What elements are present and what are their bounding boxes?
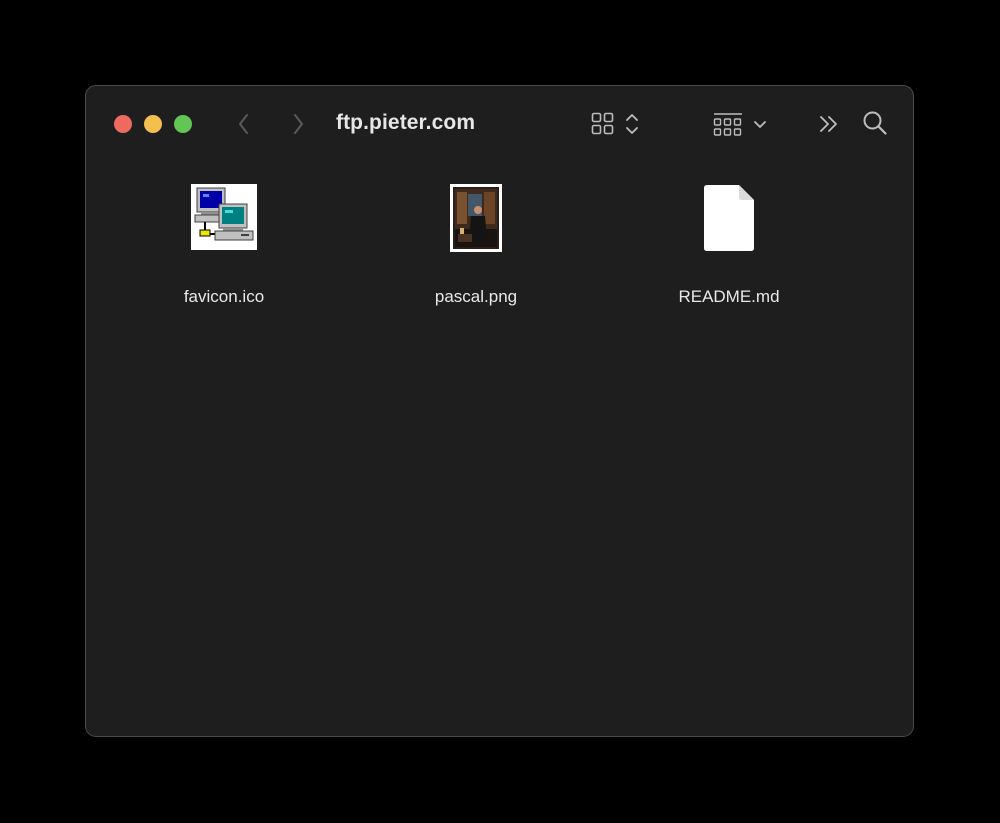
minimize-window-button[interactable] [144,115,162,133]
group-view-icon [713,113,742,136]
maximize-window-button[interactable] [174,115,192,133]
file-grid: favicon.ico pascal.png README.md [86,162,913,736]
sort-arrows-icon [626,114,638,134]
blank-document-icon [704,185,754,251]
networked-computers-icon [191,184,257,250]
file-item-favicon[interactable]: favicon.ico [134,184,314,306]
double-chevron-right-icon[interactable] [818,113,840,135]
grid-view-icon [591,112,614,135]
toolbar: ftp.pieter.com [86,86,913,162]
chevron-down-icon [754,121,766,128]
view-mode-button[interactable] [591,111,643,139]
chevron-left-icon[interactable] [236,112,252,136]
image-thumbnail-icon [450,184,502,252]
file-name: pascal.png [434,287,518,306]
window-title: ftp.pieter.com [336,111,476,134]
file-item-pascal[interactable]: pascal.png [386,184,566,306]
chevron-right-icon[interactable] [290,112,306,136]
file-name: README.md [678,287,780,306]
close-window-button[interactable] [114,115,132,133]
search-icon[interactable] [862,110,888,136]
group-view-button[interactable] [713,111,769,139]
finder-window: ftp.pieter.com favicon.ico pascal.png RE… [85,85,914,737]
file-name: favicon.ico [183,287,265,306]
file-item-readme[interactable]: README.md [639,184,819,306]
